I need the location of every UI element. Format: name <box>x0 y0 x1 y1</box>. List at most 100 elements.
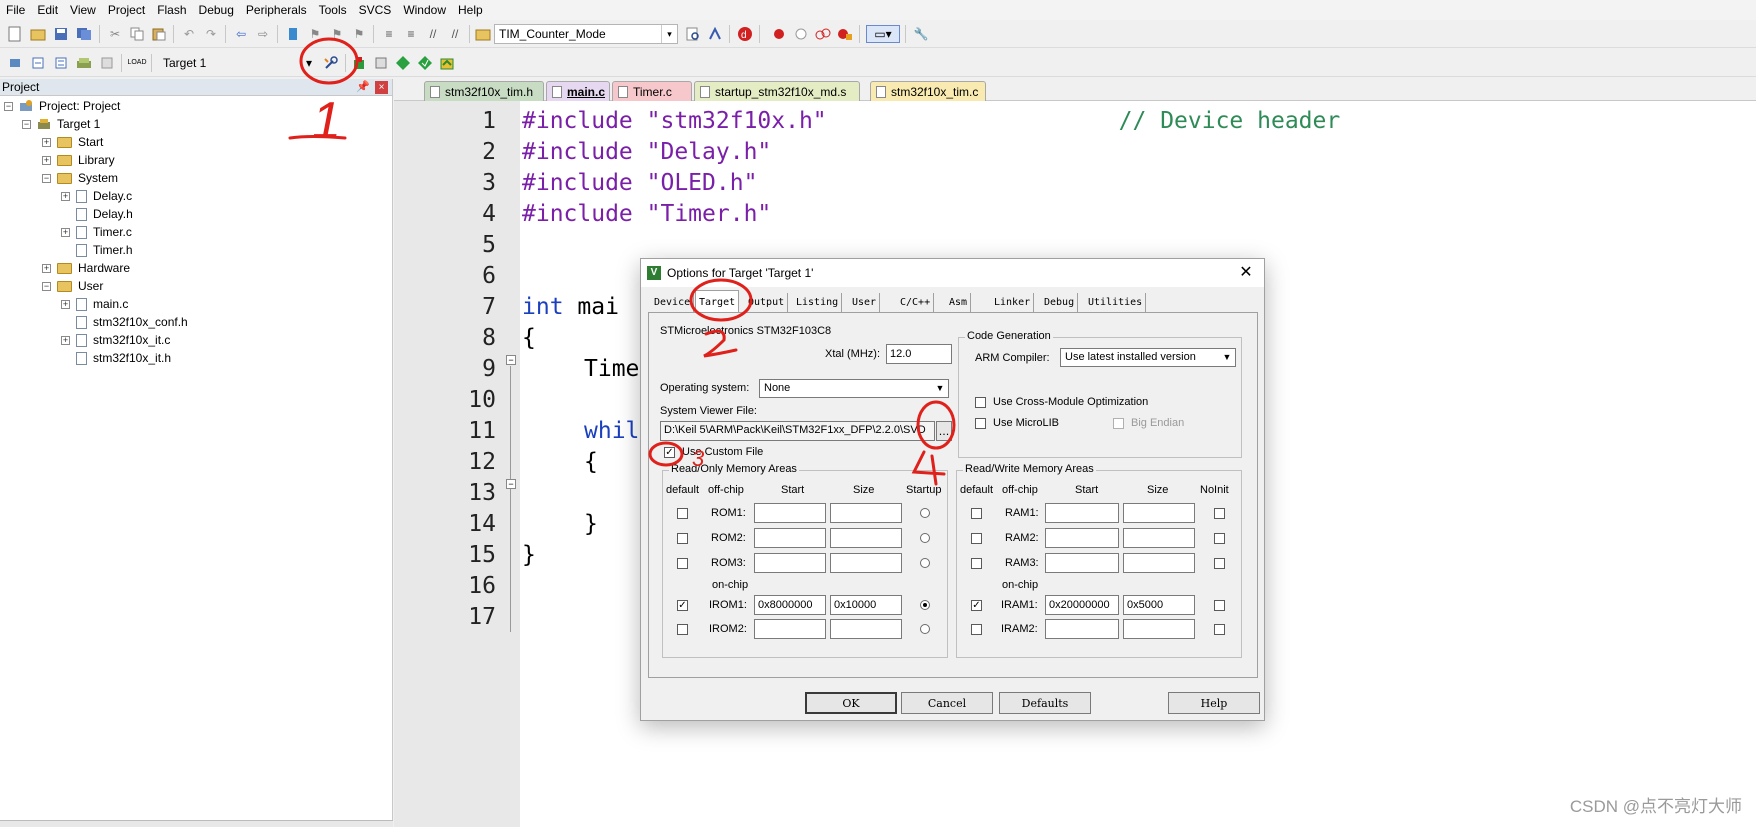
iram2-start-input[interactable] <box>1045 619 1119 639</box>
ram1-size-input[interactable] <box>1123 503 1195 523</box>
tab-timer-c[interactable]: Timer.c <box>612 81 692 101</box>
menu-file[interactable]: File <box>0 3 31 17</box>
code-line-2[interactable]: #include "Delay.h" <box>522 139 771 165</box>
ram1-default-checkbox[interactable] <box>971 508 982 519</box>
tree-group-hardware[interactable]: + Hardware <box>42 259 130 277</box>
menu-window[interactable]: Window <box>397 3 452 17</box>
tree-file-conf-h[interactable]: stm32f10x_conf.h <box>76 313 188 331</box>
save-all-icon[interactable] <box>75 25 93 43</box>
tree-group-system[interactable]: − System <box>42 169 118 187</box>
undo-icon[interactable]: ↶ <box>180 25 198 43</box>
new-file-icon[interactable] <box>6 25 24 43</box>
rom3-start-input[interactable] <box>754 553 826 573</box>
find-icon[interactable] <box>684 25 702 43</box>
tree-group-user[interactable]: − User <box>42 277 103 295</box>
ram3-noinit-checkbox[interactable] <box>1214 558 1225 569</box>
menu-flash[interactable]: Flash <box>151 3 192 17</box>
rom1-startup-radio[interactable] <box>920 508 930 518</box>
ram2-default-checkbox[interactable] <box>971 533 982 544</box>
irom1-startup-radio[interactable] <box>920 600 930 610</box>
project-bottom-tabs[interactable] <box>0 820 393 827</box>
ram1-noinit-checkbox[interactable] <box>1214 508 1225 519</box>
prev-bookmark-icon[interactable]: ⚑ <box>306 25 324 43</box>
uncomment-icon[interactable]: // <box>446 25 464 43</box>
iram2-default-checkbox[interactable] <box>971 624 982 635</box>
window-layout-icon[interactable]: ▭▾ <box>866 25 900 43</box>
close-icon[interactable]: × <box>375 81 388 94</box>
rom3-default-checkbox[interactable] <box>677 558 688 569</box>
debug-session-icon[interactable]: d <box>736 25 754 43</box>
tree-file-timer-h[interactable]: Timer.h <box>76 241 133 259</box>
code-line-4[interactable]: #include "Timer.h" <box>522 201 771 227</box>
insert-breakpoint-icon[interactable] <box>770 25 788 43</box>
chevron-down-icon[interactable]: ▾ <box>661 25 677 43</box>
code-line-1[interactable]: #include "stm32f10x.h" // Device header <box>522 108 1340 134</box>
code-line-12[interactable]: { <box>584 449 598 475</box>
tree-file-timer-c[interactable]: + Timer.c <box>61 223 132 241</box>
tree-file-main-c[interactable]: + main.c <box>61 295 128 313</box>
rebuild-icon[interactable] <box>52 54 70 72</box>
translate-icon[interactable] <box>6 54 24 72</box>
expand-icon[interactable]: + <box>61 335 70 345</box>
expand-icon[interactable]: + <box>61 191 70 201</box>
rom2-default-checkbox[interactable] <box>677 533 688 544</box>
open-folder-icon[interactable] <box>29 25 47 43</box>
expand-icon[interactable]: + <box>61 299 70 309</box>
manage-rte-icon[interactable] <box>394 54 412 72</box>
cancel-button[interactable]: Cancel <box>901 692 993 714</box>
configure-icon[interactable]: 🔧 <box>912 25 930 43</box>
tab-device[interactable]: Device <box>651 293 695 312</box>
iram1-default-checkbox[interactable]: ✓ <box>971 600 982 611</box>
stop-build-icon[interactable] <box>98 54 116 72</box>
irom1-size-input[interactable] <box>830 595 902 615</box>
indent-icon[interactable]: ≡ <box>380 25 398 43</box>
target-options-dropdown-icon[interactable]: ▾ <box>300 54 318 72</box>
unindent-icon[interactable]: ≡ <box>402 25 420 43</box>
copy-icon[interactable] <box>128 25 146 43</box>
rom3-size-input[interactable] <box>830 553 902 573</box>
menu-project[interactable]: Project <box>102 3 151 17</box>
expand-icon[interactable]: + <box>61 227 70 237</box>
next-bookmark-icon[interactable]: ⚑ <box>328 25 346 43</box>
iram2-size-input[interactable] <box>1123 619 1195 639</box>
rom3-startup-radio[interactable] <box>920 558 930 568</box>
incremental-find-icon[interactable] <box>706 25 724 43</box>
collapse-icon[interactable]: − <box>42 173 51 183</box>
rom1-start-input[interactable] <box>754 503 826 523</box>
close-icon[interactable]: ✕ <box>1236 263 1256 283</box>
tab-utilities[interactable]: Utilities <box>1085 293 1147 312</box>
nav-back-icon[interactable]: ⇦ <box>232 25 250 43</box>
chevron-down-icon[interactable]: ▼ <box>1220 350 1234 365</box>
expand-icon[interactable]: + <box>42 263 51 273</box>
menu-view[interactable]: View <box>64 3 102 17</box>
tab-listing[interactable]: Listing <box>793 293 843 312</box>
comment-icon[interactable]: // <box>424 25 442 43</box>
menu-tools[interactable]: Tools <box>313 3 353 17</box>
rom2-startup-radio[interactable] <box>920 533 930 543</box>
nav-forward-icon[interactable]: ⇨ <box>254 25 272 43</box>
code-line-9[interactable]: Time <box>584 356 639 382</box>
menu-help[interactable]: Help <box>452 3 489 17</box>
irom2-default-checkbox[interactable] <box>677 624 688 635</box>
tab-target[interactable]: Target <box>695 290 740 313</box>
xtal-input[interactable] <box>886 344 952 364</box>
svf-browse-button[interactable]: ... <box>936 421 952 441</box>
code-line-3[interactable]: #include "OLED.h" <box>522 170 757 196</box>
rom1-default-checkbox[interactable] <box>677 508 688 519</box>
os-select[interactable]: None ▼ <box>759 379 949 398</box>
kill-breakpoints-icon[interactable] <box>836 25 854 43</box>
irom2-startup-radio[interactable] <box>920 624 930 634</box>
bookmark-icon[interactable] <box>284 25 302 43</box>
pack-installer-icon[interactable] <box>438 54 456 72</box>
menu-peripherals[interactable]: Peripherals <box>240 3 313 17</box>
rom2-size-input[interactable] <box>830 528 902 548</box>
fold-toggle-icon[interactable]: − <box>506 355 516 365</box>
tree-file-it-c[interactable]: + stm32f10x_it.c <box>61 331 170 349</box>
ram3-start-input[interactable] <box>1045 553 1119 573</box>
save-icon[interactable] <box>52 25 70 43</box>
iram1-start-input[interactable] <box>1045 595 1119 615</box>
code-line-11[interactable]: whil <box>584 418 639 444</box>
disable-breakpoints-icon[interactable] <box>814 25 832 43</box>
tab-debug[interactable]: Debug <box>1041 293 1079 312</box>
ram2-start-input[interactable] <box>1045 528 1119 548</box>
